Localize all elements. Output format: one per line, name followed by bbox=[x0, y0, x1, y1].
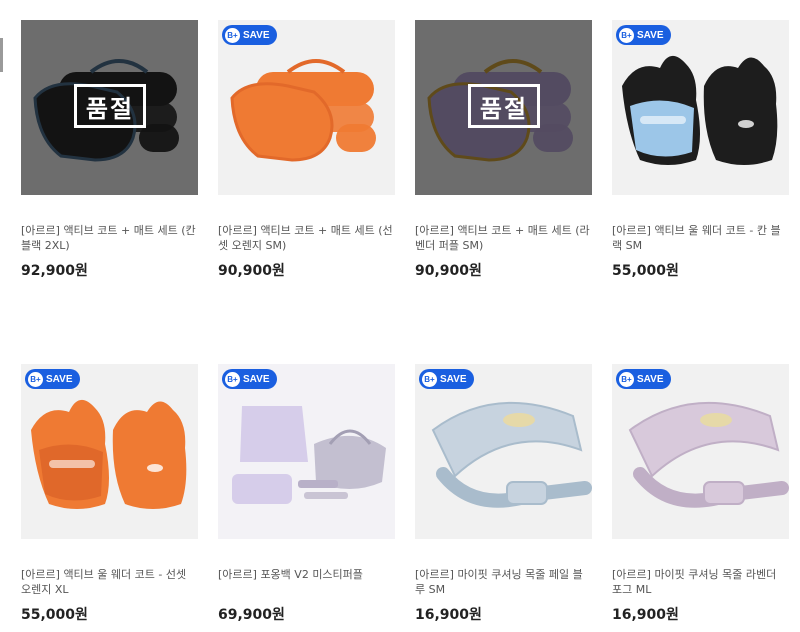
product-price: 90,900원 bbox=[218, 263, 285, 279]
product-image-shapes bbox=[628, 401, 789, 508]
product-illustration bbox=[431, 401, 592, 508]
bplus-icon: B+ bbox=[225, 27, 240, 43]
product-image[interactable]: B+ SAVE bbox=[612, 20, 789, 195]
bplus-icon: B+ bbox=[225, 371, 240, 387]
product-name[interactable]: [아르르] 액티브 코트 + 매트 세트 (라벤더 퍼플 SM) bbox=[415, 223, 592, 253]
product-card[interactable]: 품절 [아르르] 액티브 코트 + 매트 세트 (칸 블랙 2XL) 92,900원 bbox=[21, 20, 198, 280]
product-card[interactable]: 품절 [아르르] 액티브 코트 + 매트 세트 (라벤더 퍼플 SM) 90,900… bbox=[415, 20, 592, 280]
product-image[interactable]: B+ SAVE bbox=[218, 364, 395, 539]
product-price: 69,900원 bbox=[218, 607, 285, 623]
product-image[interactable]: B+ SAVE bbox=[21, 364, 198, 539]
product-illustration bbox=[622, 55, 778, 165]
soldout-badge: 품절 bbox=[74, 84, 146, 128]
product-illustration bbox=[230, 59, 376, 162]
save-badge: B+ SAVE bbox=[616, 25, 671, 45]
product-image[interactable]: B+ SAVE bbox=[415, 364, 592, 539]
save-badge: B+ SAVE bbox=[419, 369, 474, 389]
bplus-icon: B+ bbox=[619, 371, 634, 387]
product-image[interactable]: B+ SAVE bbox=[612, 364, 789, 539]
product-illustration bbox=[218, 364, 395, 539]
product-price: 55,000원 bbox=[21, 607, 88, 623]
product-image[interactable]: 품절 bbox=[415, 20, 592, 195]
product-name[interactable]: [아르르] 포옹백 V2 미스티퍼플 bbox=[218, 567, 395, 597]
product-price: 92,900원 bbox=[21, 263, 88, 279]
save-badge: B+ SAVE bbox=[616, 369, 671, 389]
save-badge: B+ SAVE bbox=[222, 369, 277, 389]
save-label: SAVE bbox=[637, 29, 664, 41]
save-badge: B+ SAVE bbox=[222, 25, 277, 45]
product-card[interactable]: B+ SAVE [아르르] 액티브 울 웨더 코트 - 선셋 오렌지 XL 55,00… bbox=[21, 364, 198, 624]
product-card[interactable]: B+ SAVE [아르르] 액티브 코트 + 매트 세트 (선셋 오렌지 SM) 90… bbox=[218, 20, 395, 280]
product-name[interactable]: [아르르] 액티브 코트 + 매트 세트 (칸 블랙 2XL) bbox=[21, 223, 198, 253]
product-illustration bbox=[628, 401, 789, 508]
product-price: 55,000원 bbox=[612, 263, 679, 279]
product-image-shapes bbox=[218, 364, 395, 539]
product-card[interactable]: B+SAVE[아르르] 포옹백 V2 미스티퍼플69,900원★ 5.0(2건) bbox=[218, 364, 395, 632]
product-image-shapes bbox=[431, 401, 592, 508]
save-label: SAVE bbox=[637, 373, 664, 385]
save-label: SAVE bbox=[440, 373, 467, 385]
product-name[interactable]: [아르르] 액티브 울 웨더 코트 - 칸 블랙 SM bbox=[612, 223, 789, 253]
left-edge-marker bbox=[0, 38, 3, 72]
product-image-shapes bbox=[31, 399, 187, 509]
product-image[interactable]: B+ SAVE bbox=[218, 20, 395, 195]
product-name[interactable]: [아르르] 액티브 울 웨더 코트 - 선셋 오렌지 XL bbox=[21, 567, 198, 597]
product-image-shapes bbox=[622, 55, 778, 165]
product-name[interactable]: [아르르] 마이핏 쿠셔닝 목줄 라벤더 포그 ML bbox=[612, 567, 789, 597]
product-price: 16,900원 bbox=[612, 607, 679, 623]
product-card[interactable]: B+ SAVE [아르르] 마이핏 쿠셔닝 목줄 라벤더 포그 ML 16,900원 bbox=[612, 364, 789, 624]
product-card[interactable]: B+ SAVE [아르르] 마이핏 쿠셔닝 목줄 페일 블루 SM 16,900원 bbox=[415, 364, 592, 624]
product-image[interactable]: 품절 bbox=[21, 20, 198, 195]
product-name[interactable]: [아르르] 액티브 코트 + 매트 세트 (선셋 오렌지 SM) bbox=[218, 223, 395, 253]
save-label: SAVE bbox=[243, 29, 270, 41]
bplus-icon: B+ bbox=[619, 27, 634, 43]
soldout-badge: 품절 bbox=[468, 84, 540, 128]
product-name[interactable]: [아르르] 마이핏 쿠셔닝 목줄 페일 블루 SM bbox=[415, 567, 592, 597]
product-illustration bbox=[31, 399, 187, 509]
product-price: 16,900원 bbox=[415, 607, 482, 623]
product-card[interactable]: B+ SAVE [아르르] 액티브 울 웨더 코트 - 칸 블랙 SM 55,000원 bbox=[612, 20, 789, 280]
product-price: 90,900원 bbox=[415, 263, 482, 279]
save-label: SAVE bbox=[243, 373, 270, 385]
save-badge: B+ SAVE bbox=[25, 369, 80, 389]
save-label: SAVE bbox=[46, 373, 73, 385]
bplus-icon: B+ bbox=[28, 371, 43, 387]
bplus-icon: B+ bbox=[422, 371, 437, 387]
product-image-shapes bbox=[230, 59, 376, 162]
